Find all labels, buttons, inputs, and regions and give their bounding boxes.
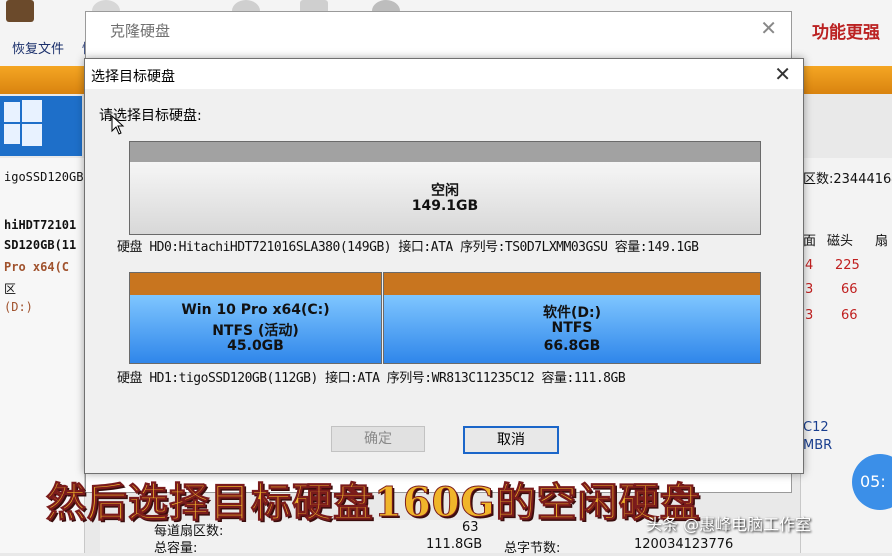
disk0-info: 硬盘 HD0:HitachiHDT721016SLA380(149GB) 接口:… (117, 240, 699, 255)
tree-item[interactable]: (D:) (4, 300, 33, 314)
tree-item[interactable]: igoSSD120GB (4, 170, 83, 184)
brand-logo: 功能更强 (812, 23, 880, 43)
close-icon[interactable]: ✕ (760, 16, 777, 40)
dialog-titlebar: 选择目标硬盘 ✕ (85, 59, 803, 89)
partition-size: 45.0GB (227, 338, 284, 354)
table-cell: 66 (841, 308, 858, 323)
partition-size: 66.8GB (543, 338, 601, 354)
total-capacity-label: 总容量: (154, 541, 198, 556)
sector-count: 区数:23444164 (803, 172, 892, 187)
table-cell: 3 (805, 282, 814, 297)
partition-filesystem: NTFS (活动) (212, 323, 299, 339)
partition-name: 软件(D:) (542, 305, 602, 321)
partition-filesystem: NTFS (551, 320, 593, 336)
disk1-partition-d[interactable]: 软件(D:) NTFS 66.8GB (383, 272, 761, 364)
table-cell: 225 (835, 258, 860, 273)
mouse-cursor-icon (111, 115, 125, 135)
column-header: 磁头 (827, 234, 854, 249)
cancel-button[interactable]: 取消 (463, 426, 559, 454)
disk0-free-partition[interactable]: 空闲 149.1GB (129, 141, 761, 235)
table-cell: 66 (841, 282, 858, 297)
tree-item[interactable]: hiHDT72101 (4, 218, 76, 232)
recover-file-icon[interactable] (6, 0, 34, 22)
partition-name: 空闲 (431, 183, 459, 199)
total-bytes-label: 总字节数: (504, 541, 561, 556)
partition-style: MBR (803, 438, 833, 453)
video-caption: 然后选择目标硬盘160G的空闲硬盘 (46, 479, 701, 527)
column-header: 扇 (875, 234, 889, 249)
disk1-info: 硬盘 HD1:tigoSSD120GB(112GB) 接口:ATA 序列号:WR… (117, 371, 626, 386)
partition-size: 149.1GB (411, 198, 479, 214)
column-header: 面 (803, 234, 817, 249)
clone-dialog-title: 克隆硬盘 (110, 22, 171, 40)
tree-item[interactable]: Pro x64(C (4, 260, 69, 274)
tree-item[interactable]: SD120GB(11 (4, 238, 76, 252)
select-target-disk-dialog: 选择目标硬盘 ✕ 请选择目标硬盘: 空闲 149.1GB 硬盘 HD0:Hita… (84, 58, 804, 474)
toolbar-label-recover[interactable]: 恢复文件 (12, 38, 64, 57)
tree-item[interactable]: 区 (4, 280, 16, 297)
partition-name: Win 10 Pro x64(C:) (181, 302, 330, 318)
dialog-title: 选择目标硬盘 (91, 69, 175, 85)
serial-fragment: C12 (803, 420, 829, 435)
close-icon[interactable]: ✕ (774, 62, 791, 86)
disk1-partition-c[interactable]: Win 10 Pro x64(C:) NTFS (活动) 45.0GB (129, 272, 382, 364)
watermark: 头条 @惠峰电脑工作室 (646, 515, 812, 534)
table-cell: 4 (805, 258, 814, 273)
ok-button[interactable]: 确定 (331, 426, 425, 452)
clock-text: 05: (860, 472, 886, 491)
total-bytes-value: 120034123776 (634, 537, 734, 552)
table-cell: 3 (805, 308, 814, 323)
windows-logo-icon (0, 96, 82, 156)
total-capacity-value: 111.8GB (426, 537, 483, 552)
